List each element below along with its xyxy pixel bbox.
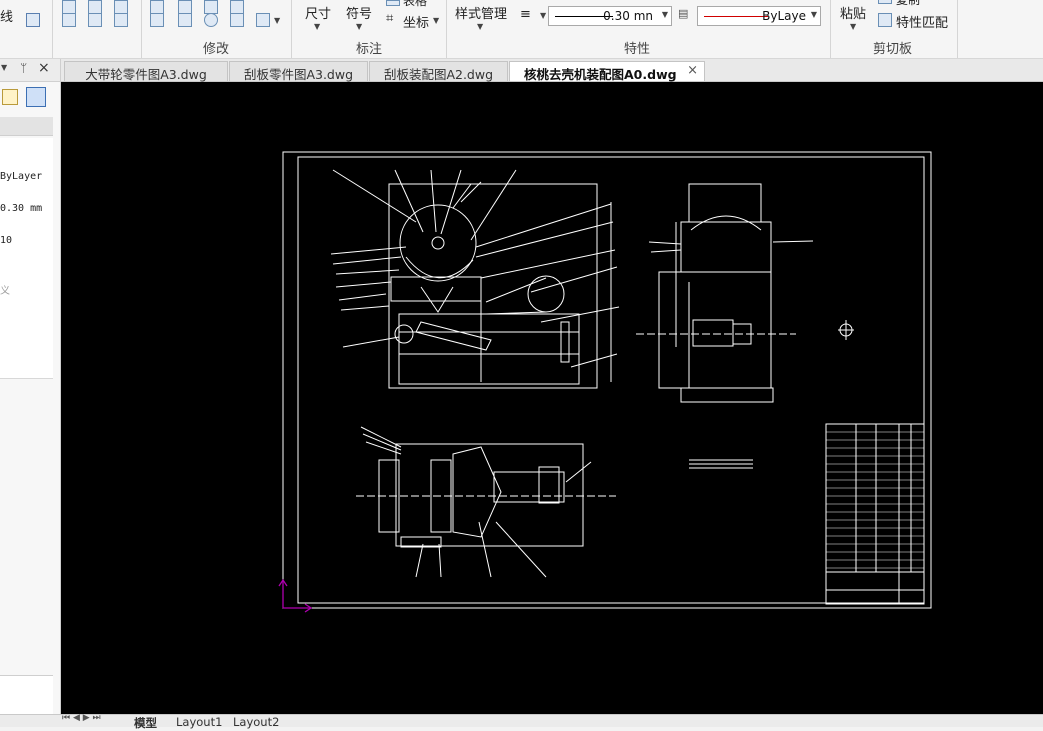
stretch-icon[interactable]	[150, 13, 164, 27]
symbol-button[interactable]: 符号	[346, 3, 372, 22]
table-icon[interactable]	[386, 0, 400, 6]
tab-4[interactable]: 核桃去壳机装配图A0.dwg ×	[509, 61, 705, 82]
layout-tab-bar: ⏮ ◀ ▶ ⏭ 模型 Layout1 Layout2	[0, 713, 1043, 730]
hatch-icon[interactable]	[256, 13, 270, 27]
cad-drawing	[278, 151, 932, 613]
close-panel-icon[interactable]: ×	[38, 60, 50, 76]
line-tool-label[interactable]: 线	[0, 6, 13, 25]
pin-icon[interactable]: ᛘ	[20, 61, 27, 75]
paste-button[interactable]: 粘贴	[840, 3, 866, 22]
match-props-button[interactable]: 特性匹配	[896, 12, 948, 31]
quick-select-icon[interactable]	[2, 89, 18, 105]
lineweight-value: 0.30 mn	[603, 9, 653, 23]
mirror-icon[interactable]	[88, 0, 102, 14]
move-icon[interactable]	[150, 0, 164, 14]
group-properties-title: 特性	[624, 42, 651, 57]
tab-2[interactable]: 刮板零件图A3.dwg	[229, 61, 368, 82]
copy-obj-icon[interactable]	[62, 0, 76, 14]
layout-tab-layout1[interactable]: Layout1	[176, 715, 222, 729]
table-button[interactable]: 表格	[403, 0, 427, 9]
linetype-combo[interactable]: ByLaye ▼	[697, 6, 821, 26]
linetype-value: ByLaye	[762, 9, 806, 23]
break-icon[interactable]	[230, 13, 244, 27]
explode-icon[interactable]	[88, 13, 102, 27]
layout-nav-icon[interactable]: ⏮ ◀ ▶ ⏭	[62, 713, 101, 723]
dimension-button[interactable]: 尺寸	[305, 3, 331, 22]
ucs-icon	[278, 578, 313, 613]
tab-close-icon[interactable]: ×	[687, 63, 698, 78]
rotate-icon[interactable]	[178, 0, 192, 14]
drawing-canvas[interactable]	[61, 82, 1043, 714]
prop-row[interactable]: 义	[0, 282, 53, 299]
tab-label: 大带轮零件图A3.dwg	[85, 67, 207, 82]
linetype-icon: ▤	[678, 7, 689, 20]
lineweight-combo[interactable]: 0.30 mn ▼	[548, 6, 672, 26]
tab-1[interactable]: 大带轮零件图A3.dwg	[64, 61, 228, 82]
chamfer-icon[interactable]	[178, 13, 192, 27]
prop-row[interactable]	[0, 298, 53, 315]
match-props-icon[interactable]	[878, 13, 892, 27]
prop-row[interactable]	[0, 314, 53, 331]
coord-button[interactable]: 坐标	[403, 12, 429, 31]
tab-label: 刮板装配图A2.dwg	[383, 67, 494, 82]
lineweight-icon: ≡	[520, 7, 531, 22]
offset-icon[interactable]	[114, 13, 128, 27]
properties-panel: ▼ ᛘ × ByLayer 0.30 mm 10 义	[0, 59, 61, 726]
group-annotation-title: 标注	[356, 42, 383, 57]
copy-button[interactable]: 复制	[896, 0, 920, 8]
linetype-red-line	[704, 16, 768, 17]
group-modify-title: 修改	[203, 42, 230, 57]
prop-row[interactable]	[0, 266, 53, 283]
trim-icon[interactable]	[204, 0, 218, 14]
fillet-icon[interactable]	[204, 13, 218, 27]
tab-label: 刮板零件图A3.dwg	[243, 67, 354, 82]
line-icon[interactable]	[26, 13, 40, 27]
style-manager-button[interactable]: 样式管理	[455, 3, 507, 22]
tab-label: 核桃去壳机装配图A0.dwg	[524, 67, 677, 82]
tab-3[interactable]: 刮板装配图A2.dwg	[369, 61, 508, 82]
extend-icon[interactable]	[230, 0, 244, 14]
group-clipboard-title: 剪切板	[873, 42, 913, 57]
coord-icon[interactable]: ⌗	[386, 11, 393, 26]
layout-tab-layout2[interactable]: Layout2	[233, 715, 279, 729]
document-tab-bar: 大带轮零件图A3.dwg 刮板零件图A3.dwg 刮板装配图A2.dwg 核桃去…	[0, 59, 1043, 82]
layout-tab-model[interactable]: 模型	[134, 715, 157, 731]
prop-row[interactable]	[0, 330, 53, 347]
copy-icon[interactable]	[878, 0, 892, 4]
scale-icon[interactable]	[62, 13, 76, 27]
select-objects-icon[interactable]	[26, 87, 46, 107]
ribbon: 线 ▼ 修改 尺寸 ▼ 符号 ▼ 表格 ⌗ 坐标 ▼ 标注 样式管理 ▼ ≡ ▼…	[0, 0, 1043, 59]
array-icon[interactable]	[114, 0, 128, 14]
